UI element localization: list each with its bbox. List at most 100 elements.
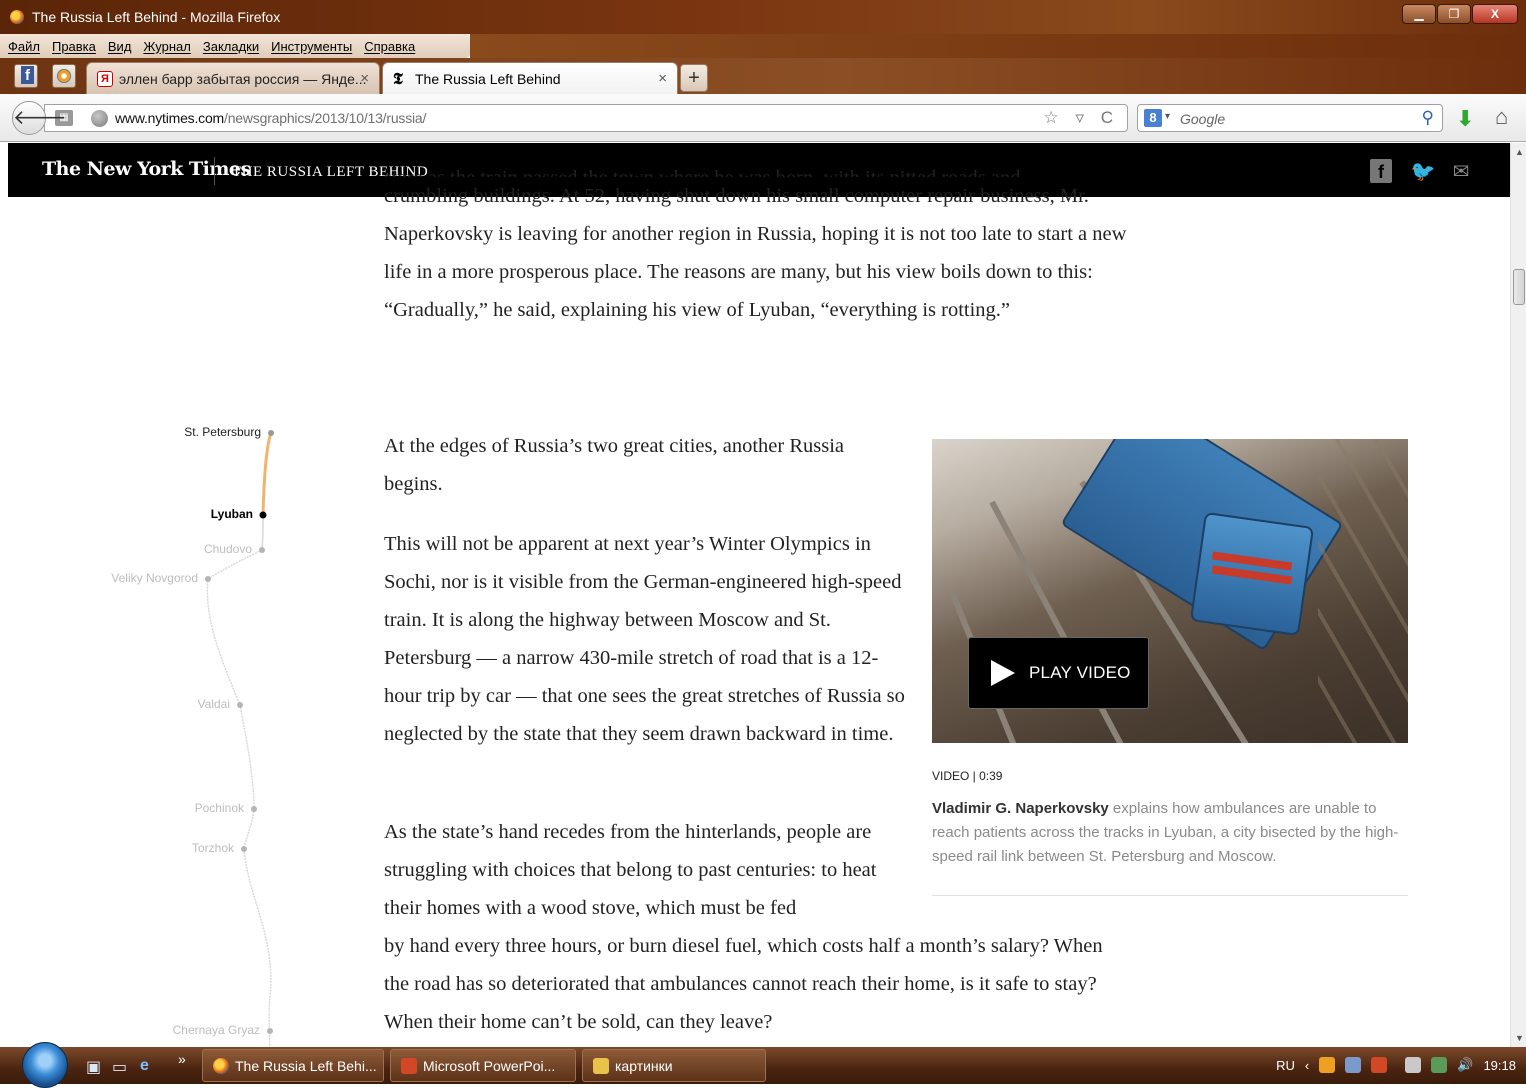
navigation-toolbar: ▦ www.nytimes.com/newsgraphics/2013/10/1…: [0, 94, 1526, 142]
video-meta: VIDEO | 0:39: [932, 769, 1003, 783]
search-engine-icon[interactable]: 8: [1144, 109, 1162, 127]
new-tab-button[interactable]: +: [680, 64, 708, 92]
twitter-share-icon[interactable]: 🐦: [1410, 159, 1436, 183]
scroll-up-icon[interactable]: ▲: [1515, 147, 1524, 157]
taskbar-item-firefox[interactable]: The Russia Left Behi...: [202, 1049, 384, 1082]
menu-bar: Файл Правка Вид Журнал Закладки Инструме…: [0, 34, 470, 58]
window-controls: ▁ ❐ X: [1401, 4, 1518, 24]
quick-launch-overflow[interactable]: »: [178, 1051, 186, 1069]
route-stop-dot: [241, 846, 247, 852]
pinned-tab-yandex-icon[interactable]: [52, 64, 76, 88]
clock[interactable]: 19:18: [1483, 1058, 1516, 1073]
tray-app-icon[interactable]: [1371, 1057, 1388, 1073]
globe-icon[interactable]: [91, 110, 108, 127]
language-indicator[interactable]: RU: [1276, 1058, 1295, 1073]
route-upcoming-path: [206, 549, 272, 1047]
facebook-share-icon[interactable]: f: [1370, 159, 1392, 183]
start-button[interactable]: [22, 1042, 68, 1088]
volume-icon[interactable]: 🔊: [1457, 1057, 1473, 1073]
header-divider: [214, 157, 215, 185]
route-stop-label: Valdai: [197, 697, 230, 711]
menu-tools[interactable]: Инструменты: [271, 39, 352, 54]
route-line: [205, 430, 274, 1047]
pinned-tab-facebook-icon[interactable]: [14, 64, 38, 88]
url-path: /newsgraphics/2013/10/13/russia/: [224, 110, 427, 126]
url-text[interactable]: www.nytimes.com/newsgraphics/2013/10/13/…: [115, 110, 426, 126]
back-button[interactable]: 🡐: [12, 101, 67, 135]
taskbar-item-label: картинки: [615, 1057, 673, 1074]
menu-bookmarks[interactable]: Закладки: [203, 39, 259, 54]
tray-app-icon[interactable]: [1319, 1057, 1336, 1073]
nyt-logo[interactable]: The New York Times: [42, 158, 251, 180]
restore-button[interactable]: ❐: [1437, 4, 1471, 24]
route-stop-dot: [268, 430, 274, 436]
route-stop-label: Pochinok: [194, 801, 244, 815]
article-paragraph: This will not be apparent at next year’s…: [384, 533, 905, 745]
scrollbar-thumb[interactable]: [1513, 269, 1525, 305]
url-domain: www.nytimes.com: [115, 110, 225, 126]
show-desktop-icon[interactable]: ▣: [86, 1057, 101, 1076]
menu-file[interactable]: Файл: [8, 39, 40, 54]
tab-close-icon[interactable]: ×: [658, 70, 667, 87]
folder-icon: [593, 1057, 609, 1074]
route-stop-label: Chudovo: [203, 542, 252, 556]
email-share-icon[interactable]: ✉: [1448, 159, 1474, 183]
yandex-icon: Я: [97, 70, 113, 87]
search-placeholder[interactable]: Google: [1180, 111, 1225, 127]
nyt-icon: 𝕿: [393, 68, 403, 88]
video-player[interactable]: PLAY VIDEO: [932, 439, 1408, 743]
taskbar-item-folder[interactable]: картинки: [582, 1049, 766, 1082]
route-stop-label: Lyuban: [210, 507, 253, 521]
menu-edit[interactable]: Правка: [52, 39, 96, 54]
powerpoint-icon: [401, 1057, 417, 1074]
route-stop-dot: [259, 547, 265, 553]
article-paragraph: At the edges of Russia’s two great citie…: [384, 435, 845, 495]
page-scrollbar[interactable]: ▲ ▼: [1510, 143, 1526, 1047]
tab-label: The Russia Left Behind: [415, 70, 561, 87]
tray-app-icon[interactable]: [1345, 1057, 1362, 1073]
paragraph-cut-line: stare as the train passed the town where…: [384, 159, 1144, 177]
paragraph-text: by hand every three hours, or burn diese…: [384, 935, 1103, 1033]
network-icon[interactable]: [1431, 1057, 1448, 1073]
url-bar[interactable]: ▦ www.nytimes.com/newsgraphics/2013/10/1…: [44, 104, 1128, 132]
menu-bar-background: [470, 34, 1526, 58]
tab-close-icon[interactable]: ×: [360, 70, 369, 87]
internet-explorer-icon[interactable]: e: [140, 1057, 149, 1075]
menu-help[interactable]: Справка: [364, 39, 415, 54]
route-stop-dot: [251, 806, 257, 812]
route-stop-label: Chernaya Gryaz: [172, 1023, 260, 1037]
article-paragraph: stare as the train passed the town where…: [384, 167, 1144, 329]
download-icon[interactable]: ⬇: [1456, 106, 1474, 132]
minimize-button[interactable]: ▁: [1402, 4, 1436, 24]
scroll-down-icon[interactable]: ▼: [1515, 1033, 1524, 1043]
caption-name: Vladimir G. Naperkovsky: [932, 800, 1109, 817]
tab-label: эллен барр забытая россия — Янде...: [119, 70, 367, 87]
url-controls[interactable]: ☆ ▿ C: [1044, 108, 1120, 128]
route-map: St. Petersburg Lyuban Chudovo Veliky Novgor…: [8, 197, 328, 1047]
taskbar-item-powerpoint[interactable]: Microsoft PowerPoi...: [390, 1049, 576, 1082]
window-title: The Russia Left Behind - Mozilla Firefox: [32, 9, 281, 25]
route-stop-dot: [205, 576, 211, 582]
switch-windows-icon[interactable]: ▭: [112, 1057, 127, 1076]
play-video-button[interactable]: PLAY VIDEO: [968, 637, 1149, 709]
search-icon[interactable]: ⚲: [1422, 108, 1434, 128]
tray-expand-icon[interactable]: ‹: [1305, 1058, 1309, 1073]
back-arrow-icon: 🡐: [13, 107, 67, 129]
route-stop-label: Veliky Novgorod: [111, 571, 198, 585]
search-bar[interactable]: 8 ▾ Google ⚲: [1137, 104, 1443, 132]
home-icon[interactable]: ⌂: [1495, 104, 1508, 130]
paragraph-text: crumbling buildings. At 52, having shut …: [384, 185, 1127, 321]
search-engine-dropdown-icon[interactable]: ▾: [1165, 111, 1170, 122]
play-video-label: PLAY VIDEO: [1029, 663, 1131, 682]
close-window-button[interactable]: X: [1472, 4, 1518, 24]
route-between-path: [261, 514, 264, 551]
taskbar-item-label: The Russia Left Behi...: [235, 1057, 377, 1074]
power-icon[interactable]: [1405, 1057, 1422, 1073]
menu-view[interactable]: Вид: [108, 39, 132, 54]
video-caption: Vladimir G. Naperkovsky explains how amb…: [932, 797, 1410, 869]
play-icon: [991, 660, 1015, 686]
tab-russia-left-behind[interactable]: 𝕿 The Russia Left Behind ×: [382, 62, 678, 94]
firefox-icon: [10, 10, 24, 24]
menu-history[interactable]: Журнал: [143, 39, 190, 54]
tab-yandex-search[interactable]: Я эллен барр забытая россия — Янде... ×: [86, 62, 380, 94]
